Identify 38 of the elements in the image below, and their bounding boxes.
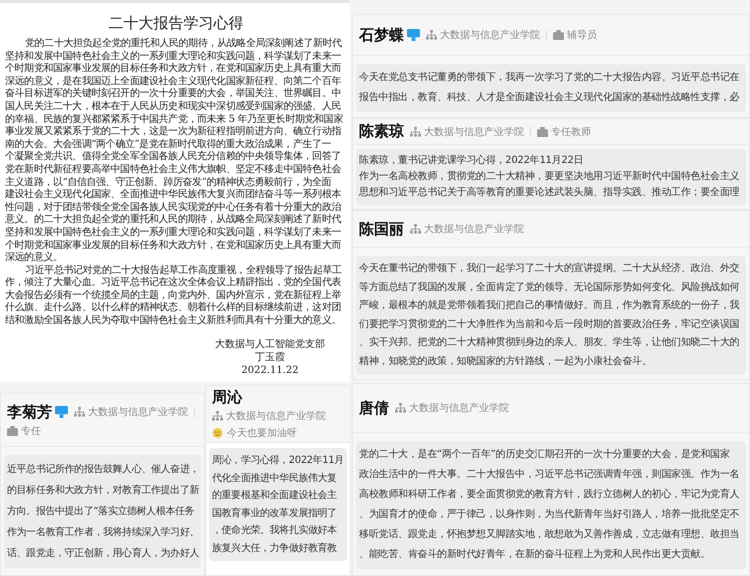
role-label: 专任教师 [551, 126, 591, 138]
org-chart-icon [426, 30, 437, 40]
signature-line: 2022.11.22 [241, 364, 299, 377]
briefcase-icon [537, 126, 548, 136]
author-name: 唐倩 [359, 398, 389, 418]
department-label: 大数据与信息产业学院 [226, 410, 326, 423]
comment-text: 周沁，学习心得，2022年11月 代化全面推进中华民族伟大复 的重要根基和全面建设社会主 国教育事业的改革发展指明了 ，使命光荣。我将扎实做好本 族复兴大任，力争做好教育教 [209, 448, 347, 561]
briefcase-icon [7, 426, 18, 436]
author-name: 陈国丽 [359, 220, 404, 238]
author-name: 陈素琼 [359, 122, 404, 141]
department-label: 大数据与信息产业学院 [424, 126, 524, 138]
org-chart-icon [212, 411, 223, 421]
smiley-icon [212, 428, 223, 438]
author-name: 周沁 [212, 388, 242, 407]
author-name: 李菊芳 [7, 402, 52, 422]
department-label: 大数据与信息产业学院 [409, 402, 509, 415]
signature-line: 丁玉霞 [255, 350, 285, 364]
signature-line: 大数据与人工智能党支部 [215, 338, 325, 351]
department-label: 大数据与信息产业学院 [440, 28, 540, 42]
department-label: 大数据与信息产业学院 [424, 222, 524, 236]
comment-text: 党的二十大，是在“两个一百年”的历史交汇期召开的一次十分重要的大会，是党和国家 政治生活中的一件大事。二十大报告中，习近平总书记强调青年强，则国家强。作为一名 高校教师和科研工作者，要全面贯彻党的教育方针，践行立德树人的初心，牢记为党育人 、为国育才的使命，严于律己，以身作则，为当代新青年当好引路人，培养一批批坚定不 移听党话、跟党走，怀抱梦想又脚踏实地，敢想敢为又善作善成，立志做有理想、敢担当 、能吃苦、肯奋斗的新时代好青年，在新的奋斗征程上为党和人民作出更大贡献。 [356, 441, 746, 569]
comment-text: 今天在党总支书记董勇的带领下，我再一次学习了党的二十大报告内容。习近平总书记在 报告中指出，教育、科技、人才是全面建设社会主义现代化国家的基础性战略性支撑，必 [356, 64, 746, 112]
org-chart-icon [74, 407, 85, 417]
comment-text: 今天在董书记的带领下，我们一起学习了二十大的宣讲提纲。二十大从经济、政治、外交 等方面总结了我国的发展，全面肯定了党的领导。无论国际形势如何变化、风险挑战如何 严峻，最根本的就是党带领着我们把自己的事情做好。而且，作为教育系统的一份子，我 们要把学习贯彻党的二十大净胜作为当前和今后一段时期的首要政治任务，牢记空谈误国 、实干兴邦。把党的二十大精神贯彻到身边的亲人、朋友、学生等，让他们知晓二十大的 精神，知晓党的政策，知晓国家的方针路线，一起为小康社会奋斗。 [356, 256, 746, 375]
org-chart-icon [410, 126, 421, 136]
role-label: 专任 [21, 424, 41, 438]
org-chart-icon [410, 224, 421, 234]
status-text: 今天也要加油呀 [227, 426, 297, 440]
author-name: 石梦蝶 [359, 26, 404, 44]
role-label: 辅导员 [567, 29, 597, 42]
document-title: 二十大报告学习心得 [108, 13, 244, 34]
comment-text: 陈素琼，董书记讲党课学习心得，2022年11月22日 作为一名高校教师，贯彻党的二十大精神，要更坚决地用习近平新时代中国特色社会主义 思想和习近平总书记关于高等教育的重要论述武装头脑、指导实践、推动工作；要全面理 [356, 149, 746, 205]
paragraph: 习近平总书记对党的二十大报告起草工作高度重视，全程领导了报告起草工 作，倾注了大量心血。习近平总书记在这次全体会议上精辟指出，党的全国代表 大会报告必须有一个统揽全局的主题，向党内外、国内外宣示，党在新征程上举 什么旗、走什么路、以什么样的精神状态、朝着什么样的目标继续前进，这对团 结和激励全国各族人民为夺取中国特色社会主义新胜利而具有十分重大的意义。 [5, 264, 343, 328]
comment-text: 近平总书记所作的报告鼓舞人心、催人奋进， 的目标任务和大政方针，对教育工作提出了新 方向。报告中提出了“落实立德树人根本任务 作为一名教育工作者，我将持续深入学习好、 话、跟党走，守正创新，用心育人，为办好人 [4, 455, 201, 568]
paragraph: 党的二十大担负起全党的重托和人民的期待，从战略全局深刻阐述了新时代 坚持和发展中国特色社会主义的一系列重大理论和实践问题，科学谋划了未来一 个时期党和国家事业发展的目标任务和大政方针，在党和国家历史上具有重大而 深远的意义，是在我国迈上全面建设社会主义现代化国家新征程、向第二个百年 奋斗目标进军的关键时刻召开的一次十分重要的大会，举国关注、世界瞩目。中 国人民关注二十大，根本在于人民从历史和现实中深切感受到国家的强盛、人民 的幸福、民族的复兴都紧紧系于中国共产党，而未来 5 年乃至更长时期党和国家 事业发展又紧紧系于党的二十大，这是一次为新征程指明前进方向、确立行动指 南的大会。大会强调“两个确立”是党在新时代取得的重大政治成果，产生了一 个凝聚全党共识、值得全党全军全国各族人民充分信赖的中央领导集体，回答了 党在新时代新征程要高举中国特色社会主义伟大旗帜、坚定不移走中国特色社会 主义道路，以“自信自强、守正创新、踔厉奋发”的精神状态勇毅前行，为全面 建设社会主义现代化国家、全面推进中华民族伟大复兴而团结奋斗等一系列根本 性问题，对于团结带领全党全国各族人民实现党的中心任务有着十分重大的政治 意义。的二十大担负起全党的重托和人民的期待，从战略全局深刻阐述了新时代 坚持和发展中国特色社会主义的一系列重大理论和实践问题，科学谋划了未来一 个时期党和国家事业发展的目标任务和大政方针，在党和国家历史上具有重大而 深远的意义。 [5, 38, 344, 264]
department-label: 大数据与信息产业学院 [88, 406, 188, 419]
org-chart-icon [395, 403, 406, 413]
briefcase-icon [553, 30, 564, 40]
